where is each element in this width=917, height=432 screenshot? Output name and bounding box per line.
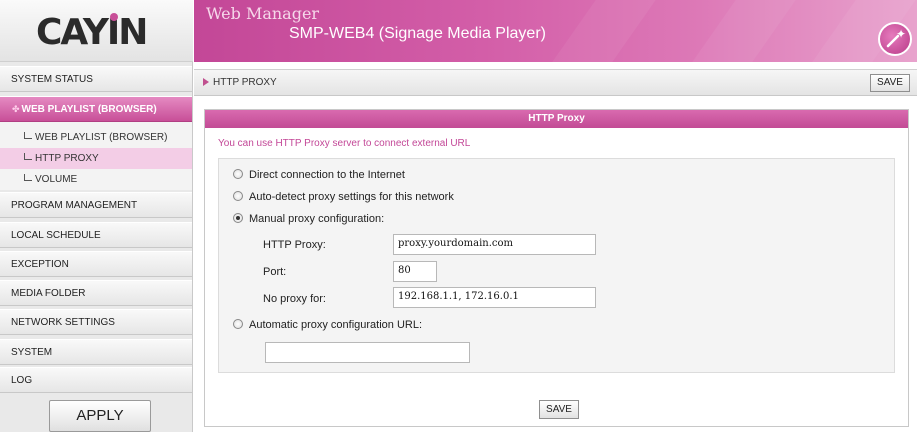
radio-direct[interactable] xyxy=(233,169,243,179)
sidebar-item-web-playlist[interactable]: ✤ WEB PLAYLIST (BROWSER) xyxy=(0,96,192,122)
port-input[interactable]: 80 xyxy=(393,261,437,282)
sidebar-item-system-status[interactable]: SYSTEM STATUS xyxy=(0,66,192,92)
radio-manual[interactable] xyxy=(233,213,243,223)
logo-box: CAYIN xyxy=(0,0,193,62)
breadcrumb-arrow-icon xyxy=(203,78,209,86)
breadcrumb: HTTP PROXY SAVE xyxy=(194,69,917,96)
no-proxy-label: No proxy for: xyxy=(263,293,326,305)
logo-text: CAYIN xyxy=(36,13,146,49)
sidebar-item-label: WEB PLAYLIST (BROWSER) xyxy=(21,104,157,115)
http-proxy-panel: HTTP Proxy You can use HTTP Proxy server… xyxy=(204,109,909,427)
sidebar-submenu: WEB PLAYLIST (BROWSER) HTTP PROXY VOLUME xyxy=(0,122,192,190)
option-label: Direct connection to the Internet xyxy=(249,169,405,181)
header-banner: Web Manager SMP-WEB4 (Signage Media Play… xyxy=(194,0,917,62)
panel-description: You can use HTTP Proxy server to connect… xyxy=(218,138,471,149)
sidebar-item-label: SYSTEM xyxy=(11,347,53,358)
option-auto-config-url[interactable]: Automatic proxy configuration URL: xyxy=(233,319,422,335)
device-title: SMP-WEB4 (Signage Media Player) xyxy=(289,25,546,42)
sidebar-subitem-volume[interactable]: VOLUME xyxy=(0,169,192,190)
radio-auto-config[interactable] xyxy=(233,319,243,329)
option-auto-detect[interactable]: Auto-detect proxy settings for this netw… xyxy=(233,191,454,207)
option-label: Auto-detect proxy settings for this netw… xyxy=(249,191,454,203)
sidebar-item-label: SYSTEM STATUS xyxy=(11,74,93,85)
sidebar-subitem-label: VOLUME xyxy=(35,174,78,185)
header-stripe xyxy=(692,0,796,62)
cayin-logo-icon: CAYIN xyxy=(36,13,148,49)
sidebar-subitem-web-playlist[interactable]: WEB PLAYLIST (BROWSER) xyxy=(0,127,192,148)
sidebar-item-label: LOCAL SCHEDULE xyxy=(11,230,101,241)
sidebar-item-exception[interactable]: EXCEPTION xyxy=(0,251,192,277)
save-button-bottom[interactable]: SAVE xyxy=(539,400,579,419)
bullet-icon: ✤ xyxy=(12,104,20,114)
http-proxy-label: HTTP Proxy: xyxy=(263,239,326,251)
sidebar-item-label: PROGRAM MANAGEMENT xyxy=(11,200,138,211)
sidebar-subitem-http-proxy[interactable]: HTTP PROXY xyxy=(0,148,192,169)
option-direct-connection[interactable]: Direct connection to the Internet xyxy=(233,169,405,185)
sidebar-item-program-management[interactable]: PROGRAM MANAGEMENT xyxy=(0,192,192,218)
option-label: Manual proxy configuration: xyxy=(249,213,385,225)
sidebar-item-network-settings[interactable]: NETWORK SETTINGS xyxy=(0,309,192,335)
sidebar-item-label: NETWORK SETTINGS xyxy=(11,317,115,328)
panel-title: HTTP Proxy xyxy=(205,110,908,128)
sidebar-item-label: LOG xyxy=(11,375,33,386)
magic-wand-icon[interactable]: ✦ xyxy=(878,22,912,56)
sidebar-subitem-label: HTTP PROXY xyxy=(35,153,99,164)
app-title: Web Manager xyxy=(206,4,320,23)
breadcrumb-text: HTTP PROXY xyxy=(213,77,277,88)
save-button[interactable]: SAVE xyxy=(870,74,910,92)
svg-text:✦: ✦ xyxy=(896,27,906,41)
apply-button[interactable]: APPLY xyxy=(49,400,151,432)
no-proxy-input[interactable]: 192.168.1.1, 172.16.0.1 xyxy=(393,287,596,308)
sidebar-item-system[interactable]: SYSTEM xyxy=(0,339,192,365)
sidebar-item-label: MEDIA FOLDER xyxy=(11,288,86,299)
sidebar-item-label: EXCEPTION xyxy=(11,259,69,270)
sub-arrow-icon xyxy=(24,174,32,181)
port-label: Port: xyxy=(263,266,287,278)
sidebar-subitem-label: WEB PLAYLIST (BROWSER) xyxy=(35,132,168,143)
proxy-options-box: Direct connection to the Internet Auto-d… xyxy=(218,158,895,373)
header-stripe xyxy=(552,0,656,62)
sub-arrow-icon xyxy=(24,132,32,139)
http-proxy-input[interactable]: proxy.yourdomain.com xyxy=(393,234,596,255)
sub-arrow-icon xyxy=(24,153,32,160)
sidebar-item-local-schedule[interactable]: LOCAL SCHEDULE xyxy=(0,222,192,248)
radio-auto-detect[interactable] xyxy=(233,191,243,201)
option-label: Automatic proxy configuration URL: xyxy=(249,319,423,331)
sidebar-item-media-folder[interactable]: MEDIA FOLDER xyxy=(0,280,192,306)
sidebar: CAYIN SYSTEM STATUS ✤ WEB PLAYLIST (BROWS… xyxy=(0,0,193,432)
sidebar-item-log[interactable]: LOG xyxy=(0,367,192,393)
option-manual-proxy[interactable]: Manual proxy configuration: xyxy=(233,213,384,229)
auto-config-url-input[interactable] xyxy=(265,342,470,363)
